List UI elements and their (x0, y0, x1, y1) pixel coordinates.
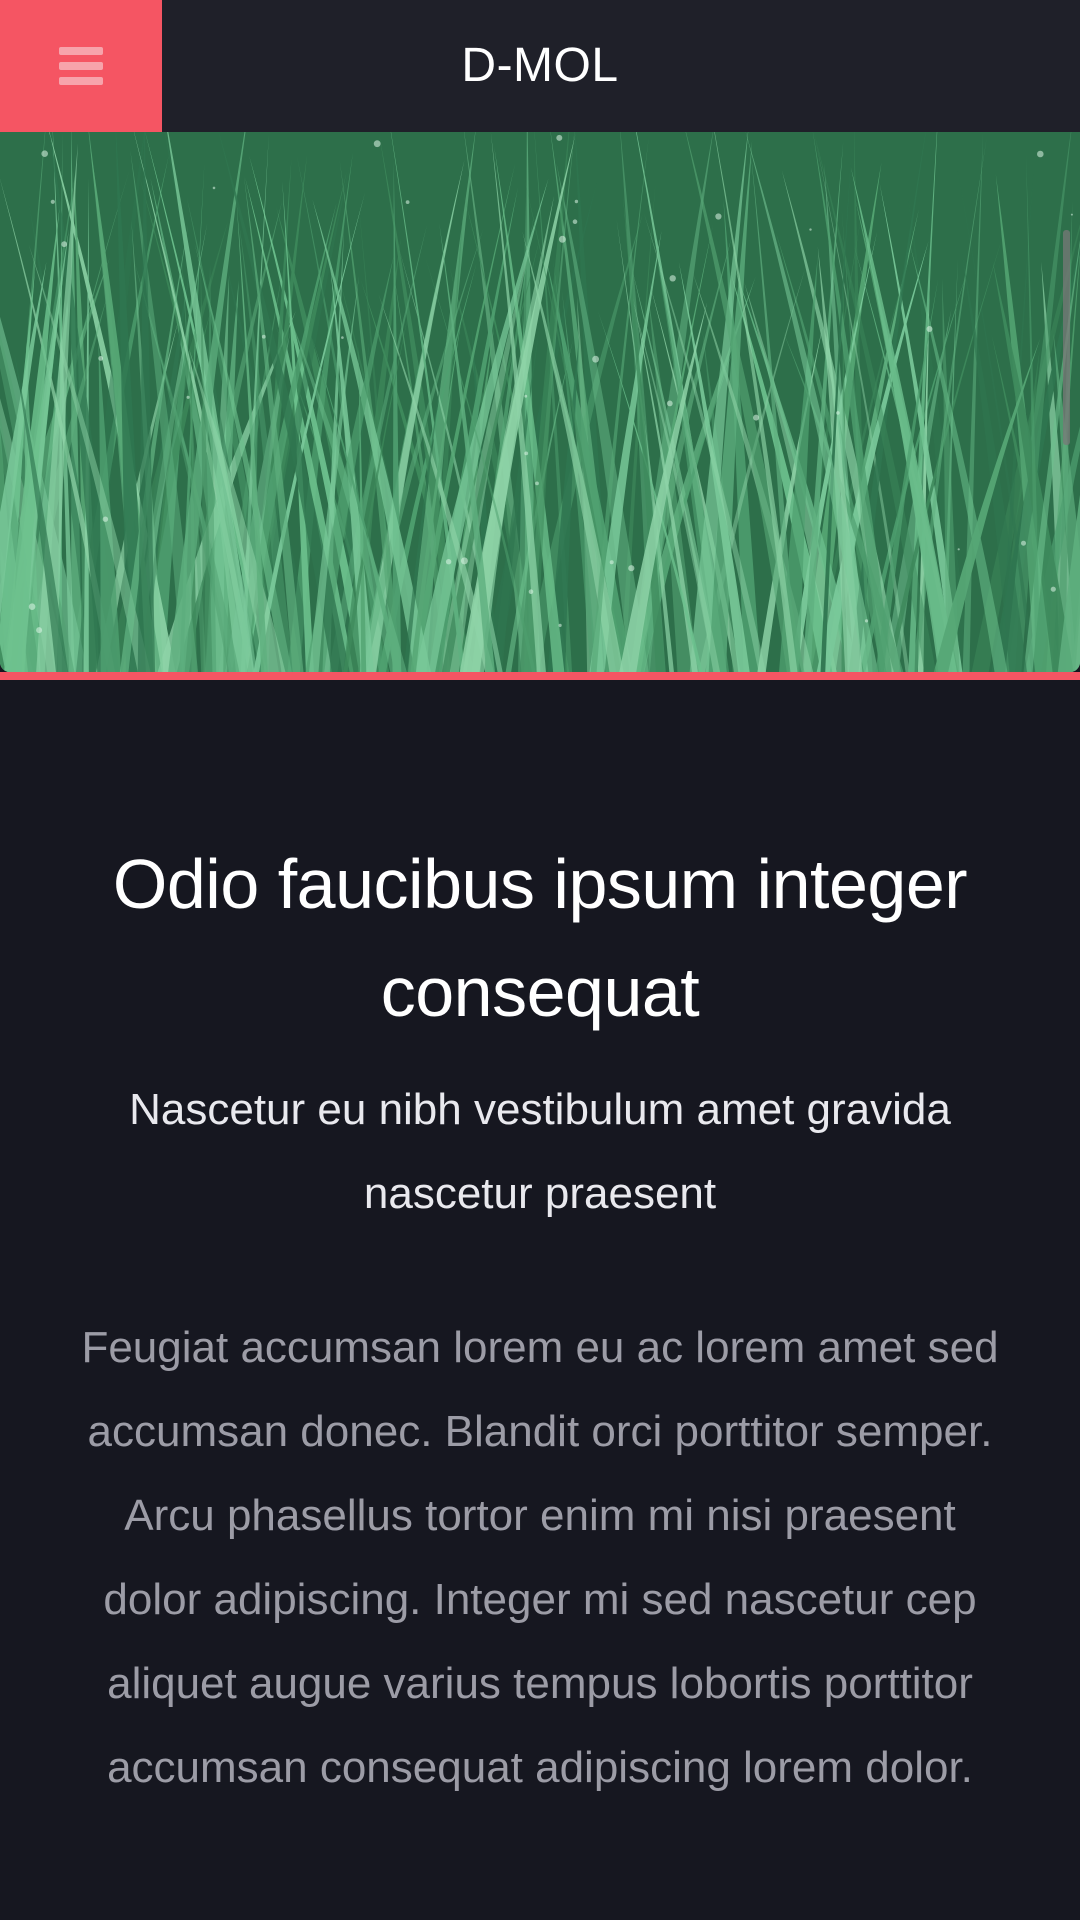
hero-image (0, 132, 1080, 672)
grass-photo (0, 132, 1080, 672)
page-subheadline: Nascetur eu nibh vestibulum amet gravida… (129, 1085, 951, 1218)
app-header: D-MOL (0, 0, 1080, 132)
page-headline: Odio faucibus ipsum integer consequat (112, 845, 968, 1031)
scrollbar-thumb[interactable] (1063, 230, 1070, 445)
body-paragraph: Feugiat accumsan lorem eu ac lorem amet … (81, 1323, 999, 1792)
hero-accent-bar (0, 672, 1080, 680)
app-title: D-MOL (461, 39, 619, 92)
hamburger-menu-icon (59, 47, 103, 85)
menu-button[interactable] (0, 0, 162, 132)
main-content: Odio faucibus ipsum integer consequat Na… (0, 680, 1080, 1920)
